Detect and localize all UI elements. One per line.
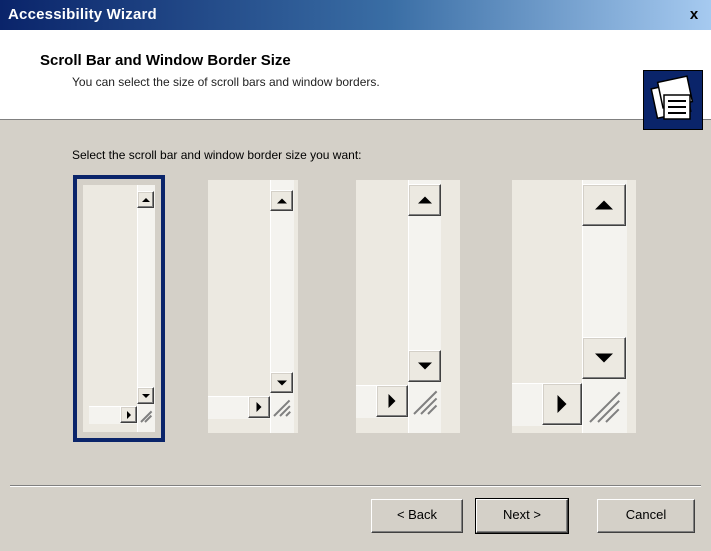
up-arrow-icon: [270, 190, 293, 211]
up-arrow-icon: [582, 184, 626, 226]
resize-grip-icon: [270, 396, 293, 418]
next-button[interactable]: Next >: [475, 498, 569, 534]
resize-grip-icon: [582, 383, 626, 425]
down-arrow-icon: [408, 350, 441, 382]
size-option-3[interactable]: [352, 180, 464, 437]
right-arrow-icon: [248, 396, 270, 418]
next-button-label: Next >: [503, 507, 541, 522]
down-arrow-icon: [270, 372, 293, 393]
size-option-4[interactable]: [510, 180, 640, 437]
size-option-2[interactable]: [200, 180, 302, 437]
up-arrow-icon: [408, 184, 441, 216]
down-arrow-icon: [137, 387, 154, 404]
up-arrow-icon: [137, 191, 154, 208]
size-option-1[interactable]: [73, 175, 165, 442]
resize-grip-icon: [408, 385, 441, 417]
right-arrow-icon: [542, 383, 582, 425]
right-arrow-icon: [376, 385, 408, 417]
size-options: [0, 0, 711, 551]
accessibility-wizard-window: Accessibility Wizard x Scroll Bar and Wi…: [0, 0, 711, 551]
cancel-button[interactable]: Cancel: [597, 499, 695, 533]
resize-grip-icon: [137, 406, 154, 423]
back-button[interactable]: < Back: [371, 499, 463, 533]
down-arrow-icon: [582, 337, 626, 379]
right-arrow-icon: [120, 406, 137, 423]
footer-separator: [10, 485, 701, 487]
